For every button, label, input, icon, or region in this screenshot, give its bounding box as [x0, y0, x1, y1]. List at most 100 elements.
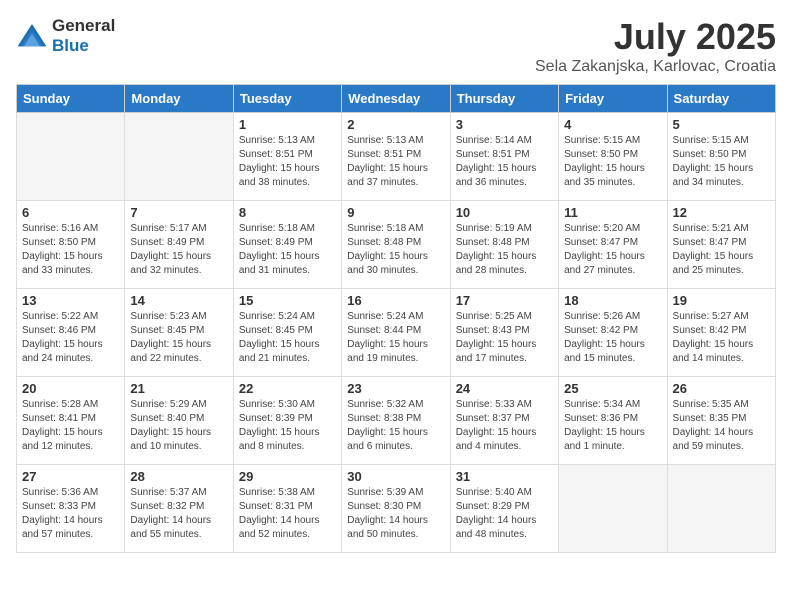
cell-date: 31: [456, 469, 553, 484]
cell-date: 4: [564, 117, 661, 132]
cell-date: 10: [456, 205, 553, 220]
cell-info: Sunrise: 5:37 AM Sunset: 8:32 PM Dayligh…: [130, 486, 227, 542]
header-sunday: Sunday: [17, 85, 125, 113]
table-row: 13Sunrise: 5:22 AM Sunset: 8:46 PM Dayli…: [17, 289, 125, 377]
table-row: 24Sunrise: 5:33 AM Sunset: 8:37 PM Dayli…: [450, 377, 558, 465]
header-saturday: Saturday: [667, 85, 775, 113]
table-row: 5 Sunrise: 5:15 AM Sunset: 8:50 PM Daylig…: [667, 113, 775, 201]
cell-date: 12: [673, 205, 770, 220]
cell-date: 1: [239, 117, 336, 132]
cell-date: 25: [564, 381, 661, 396]
cell-info: Sunrise: 5:15 AM Sunset: 8:50 PM Dayligh…: [673, 134, 770, 190]
month-title: July 2025: [535, 16, 776, 58]
logo-icon: [16, 22, 48, 50]
header-friday: Friday: [559, 85, 667, 113]
cell-date: 19: [673, 293, 770, 308]
cell-info: Sunrise: 5:30 AM Sunset: 8:39 PM Dayligh…: [239, 398, 336, 454]
cell-info: Sunrise: 5:25 AM Sunset: 8:43 PM Dayligh…: [456, 310, 553, 366]
table-row: 14Sunrise: 5:23 AM Sunset: 8:45 PM Dayli…: [125, 289, 233, 377]
logo-blue: Blue: [52, 36, 89, 55]
cell-info: Sunrise: 5:18 AM Sunset: 8:48 PM Dayligh…: [347, 222, 444, 278]
cell-date: 15: [239, 293, 336, 308]
table-row: 27 Sunrise: 5:36 AM Sunset: 8:33 PM Dayli…: [17, 465, 125, 553]
table-row: 9 Sunrise: 5:18 AM Sunset: 8:48 PM Daylig…: [342, 201, 450, 289]
table-row: 21 Sunrise: 5:29 AM Sunset: 8:40 PM Dayli…: [125, 377, 233, 465]
cell-date: 22: [239, 381, 336, 396]
table-row: 22 Sunrise: 5:30 AM Sunset: 8:39 PM Dayli…: [233, 377, 341, 465]
cell-info: Sunrise: 5:39 AM Sunset: 8:30 PM Dayligh…: [347, 486, 444, 542]
cell-date: 14: [130, 293, 227, 308]
table-row: 30Sunrise: 5:39 AM Sunset: 8:30 PM Dayli…: [342, 465, 450, 553]
cell-info: Sunrise: 5:20 AM Sunset: 8:47 PM Dayligh…: [564, 222, 661, 278]
calendar-week-5: 27 Sunrise: 5:36 AM Sunset: 8:33 PM Dayli…: [17, 465, 776, 553]
cell-info: Sunrise: 5:22 AM Sunset: 8:46 PM Dayligh…: [22, 310, 119, 366]
calendar-week-1: 1 Sunrise: 5:13 AM Sunset: 8:51 PM Daylig…: [17, 113, 776, 201]
table-row: 11 Sunrise: 5:20 AM Sunset: 8:47 PM Dayli…: [559, 201, 667, 289]
header-tuesday: Tuesday: [233, 85, 341, 113]
table-row: 29Sunrise: 5:38 AM Sunset: 8:31 PM Dayli…: [233, 465, 341, 553]
cell-date: 27: [22, 469, 119, 484]
cell-info: Sunrise: 5:34 AM Sunset: 8:36 PM Dayligh…: [564, 398, 661, 454]
table-row: 23 Sunrise: 5:32 AM Sunset: 8:38 PM Dayli…: [342, 377, 450, 465]
cell-info: Sunrise: 5:36 AM Sunset: 8:33 PM Dayligh…: [22, 486, 119, 542]
cell-date: 8: [239, 205, 336, 220]
cell-info: Sunrise: 5:32 AM Sunset: 8:38 PM Dayligh…: [347, 398, 444, 454]
cell-date: 16: [347, 293, 444, 308]
calendar-week-2: 6 Sunrise: 5:16 AM Sunset: 8:50 PM Daylig…: [17, 201, 776, 289]
title-area: July 2025 Sela Zakanjska, Karlovac, Croa…: [535, 16, 776, 76]
cell-info: Sunrise: 5:21 AM Sunset: 8:47 PM Dayligh…: [673, 222, 770, 278]
page-header: General Blue July 2025 Sela Zakanjska, K…: [16, 16, 776, 76]
calendar-week-4: 20 Sunrise: 5:28 AM Sunset: 8:41 PM Dayli…: [17, 377, 776, 465]
table-row: 20 Sunrise: 5:28 AM Sunset: 8:41 PM Dayli…: [17, 377, 125, 465]
cell-info: Sunrise: 5:28 AM Sunset: 8:41 PM Dayligh…: [22, 398, 119, 454]
cell-info: Sunrise: 5:13 AM Sunset: 8:51 PM Dayligh…: [239, 134, 336, 190]
table-row: 4 Sunrise: 5:15 AM Sunset: 8:50 PM Daylig…: [559, 113, 667, 201]
table-row: 17 Sunrise: 5:25 AM Sunset: 8:43 PM Dayli…: [450, 289, 558, 377]
table-row: 10 Sunrise: 5:19 AM Sunset: 8:48 PM Dayli…: [450, 201, 558, 289]
cell-date: 5: [673, 117, 770, 132]
cell-date: 20: [22, 381, 119, 396]
table-row: 12 Sunrise: 5:21 AM Sunset: 8:47 PM Dayli…: [667, 201, 775, 289]
cell-info: Sunrise: 5:16 AM Sunset: 8:50 PM Dayligh…: [22, 222, 119, 278]
cell-info: Sunrise: 5:33 AM Sunset: 8:37 PM Dayligh…: [456, 398, 553, 454]
table-row: 19 Sunrise: 5:27 AM Sunset: 8:42 PM Dayli…: [667, 289, 775, 377]
cell-info: Sunrise: 5:40 AM Sunset: 8:29 PM Dayligh…: [456, 486, 553, 542]
table-row: 18Sunrise: 5:26 AM Sunset: 8:42 PM Dayli…: [559, 289, 667, 377]
table-row: 7Sunrise: 5:17 AM Sunset: 8:49 PM Daylig…: [125, 201, 233, 289]
table-row: [125, 113, 233, 201]
calendar-week-3: 13Sunrise: 5:22 AM Sunset: 8:46 PM Dayli…: [17, 289, 776, 377]
cell-date: 11: [564, 205, 661, 220]
cell-date: 3: [456, 117, 553, 132]
cell-date: 9: [347, 205, 444, 220]
cell-info: Sunrise: 5:15 AM Sunset: 8:50 PM Dayligh…: [564, 134, 661, 190]
calendar-table: Sunday Monday Tuesday Wednesday Thursday…: [16, 84, 776, 553]
cell-date: 17: [456, 293, 553, 308]
cell-info: Sunrise: 5:38 AM Sunset: 8:31 PM Dayligh…: [239, 486, 336, 542]
table-row: 3 Sunrise: 5:14 AM Sunset: 8:51 PM Daylig…: [450, 113, 558, 201]
cell-date: 18: [564, 293, 661, 308]
cell-date: 23: [347, 381, 444, 396]
cell-info: Sunrise: 5:17 AM Sunset: 8:49 PM Dayligh…: [130, 222, 227, 278]
table-row: 25 Sunrise: 5:34 AM Sunset: 8:36 PM Dayli…: [559, 377, 667, 465]
table-row: 16Sunrise: 5:24 AM Sunset: 8:44 PM Dayli…: [342, 289, 450, 377]
cell-date: 21: [130, 381, 227, 396]
cell-info: Sunrise: 5:29 AM Sunset: 8:40 PM Dayligh…: [130, 398, 227, 454]
location-title: Sela Zakanjska, Karlovac, Croatia: [535, 58, 776, 76]
cell-info: Sunrise: 5:35 AM Sunset: 8:35 PM Dayligh…: [673, 398, 770, 454]
table-row: [667, 465, 775, 553]
header-monday: Monday: [125, 85, 233, 113]
cell-info: Sunrise: 5:13 AM Sunset: 8:51 PM Dayligh…: [347, 134, 444, 190]
logo: General Blue: [16, 16, 115, 56]
cell-info: Sunrise: 5:24 AM Sunset: 8:45 PM Dayligh…: [239, 310, 336, 366]
cell-info: Sunrise: 5:14 AM Sunset: 8:51 PM Dayligh…: [456, 134, 553, 190]
table-row: 1 Sunrise: 5:13 AM Sunset: 8:51 PM Daylig…: [233, 113, 341, 201]
table-row: 15 Sunrise: 5:24 AM Sunset: 8:45 PM Dayli…: [233, 289, 341, 377]
cell-info: Sunrise: 5:19 AM Sunset: 8:48 PM Dayligh…: [456, 222, 553, 278]
header-row: Sunday Monday Tuesday Wednesday Thursday…: [17, 85, 776, 113]
table-row: 8 Sunrise: 5:18 AM Sunset: 8:49 PM Daylig…: [233, 201, 341, 289]
cell-date: 6: [22, 205, 119, 220]
cell-info: Sunrise: 5:27 AM Sunset: 8:42 PM Dayligh…: [673, 310, 770, 366]
table-row: 2Sunrise: 5:13 AM Sunset: 8:51 PM Daylig…: [342, 113, 450, 201]
header-wednesday: Wednesday: [342, 85, 450, 113]
cell-info: Sunrise: 5:18 AM Sunset: 8:49 PM Dayligh…: [239, 222, 336, 278]
